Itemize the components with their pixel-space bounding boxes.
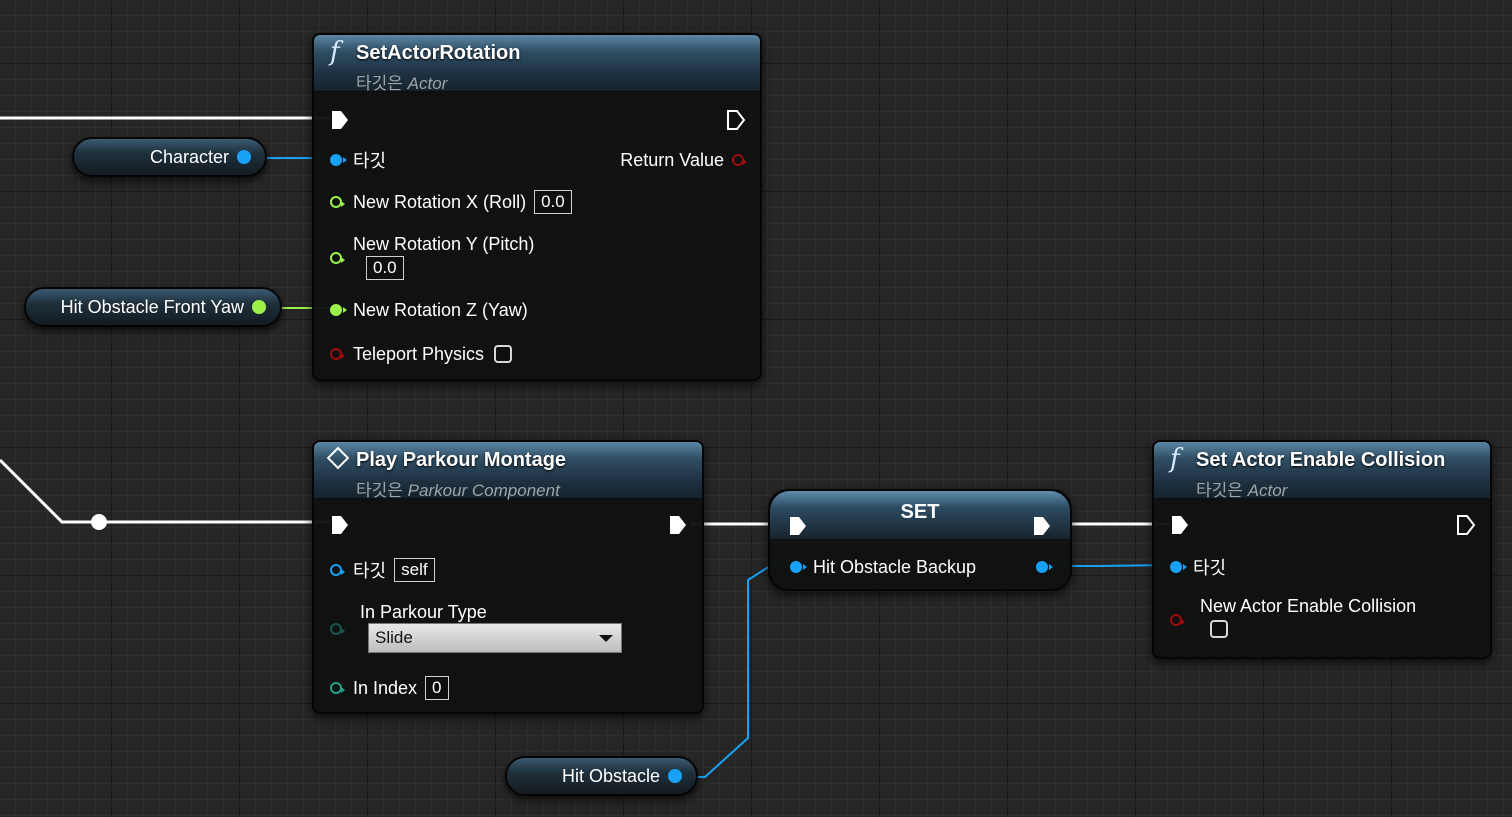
pin-row-type-label: In Parkour Type: [360, 600, 487, 624]
node-title: SET: [900, 501, 940, 523]
object-pin[interactable]: [330, 564, 345, 576]
function-icon: f: [330, 37, 340, 67]
roll-value-input[interactable]: 0.0: [534, 190, 572, 214]
object-pin[interactable]: [790, 561, 807, 573]
float-pin[interactable]: [330, 252, 345, 264]
bool-pin[interactable]: [330, 348, 345, 360]
pin-label-enable-collision: New Actor Enable Collision: [1200, 595, 1417, 616]
hit-obstacle-front-yaw-variable-node[interactable]: Hit Obstacle Front Yaw: [24, 287, 282, 327]
pin-row-type[interactable]: [330, 617, 353, 641]
index-value-input[interactable]: 0: [425, 676, 449, 700]
object-pin[interactable]: [330, 154, 347, 166]
pin-label-index: In Index: [353, 677, 418, 698]
pin-label-var: Hit Obstacle Backup: [813, 556, 977, 577]
pin-row-output[interactable]: [1036, 555, 1053, 579]
exec-in-pin[interactable]: [1170, 514, 1190, 536]
float-pin[interactable]: [330, 196, 345, 208]
node-title: Set Actor Enable Collision: [1196, 449, 1446, 471]
set-actor-rotation-node[interactable]: f SetActorRotation 타깃은 Actor 타깃 Return V…: [312, 33, 762, 381]
variable-label: Hit Obstacle: [561, 765, 660, 786]
pin-label-return-value: Return Value: [620, 149, 724, 170]
set-actor-enable-collision-node[interactable]: f Set Actor Enable Collision 타깃은 Actor 타…: [1152, 440, 1492, 659]
pin-row-hit-obstacle-backup[interactable]: Hit Obstacle Backup: [790, 555, 976, 579]
hit-obstacle-variable-node[interactable]: Hit Obstacle: [505, 756, 698, 796]
chevron-down-icon: [599, 635, 613, 642]
exec-in-pin[interactable]: [330, 514, 350, 536]
float-pin[interactable]: [330, 304, 347, 316]
exec-wire-in-bottom: [0, 458, 330, 524]
node-title: Play Parkour Montage: [356, 449, 567, 471]
pin-label-pitch: New Rotation Y (Pitch): [353, 233, 535, 254]
pin-label-target: 타깃: [353, 561, 387, 581]
pin-row-pitch-value[interactable]: 0.0: [358, 256, 404, 280]
float-output-pin[interactable]: [252, 300, 266, 314]
exec-out-pin[interactable]: [1456, 514, 1476, 536]
play-parkour-montage-node[interactable]: Play Parkour Montage 타깃은 Parkour Compone…: [312, 440, 704, 714]
pin-row-yaw[interactable]: New Rotation Z (Yaw): [330, 298, 528, 322]
pin-label-teleport: Teleport Physics: [353, 343, 485, 364]
pin-label-roll: New Rotation X (Roll): [353, 191, 527, 212]
object-pin[interactable]: [1170, 561, 1187, 573]
pin-row-target[interactable]: 타깃 self: [330, 558, 435, 582]
variable-label: Hit Obstacle Front Yaw: [60, 296, 244, 317]
target-self-value: self: [394, 558, 435, 582]
dropdown-value: Slide: [375, 628, 413, 647]
function-icon: f: [1170, 444, 1180, 474]
exec-in-pin[interactable]: [788, 515, 808, 537]
pin-label-target: 타깃: [353, 151, 387, 171]
reroute-knot: [91, 514, 107, 530]
pin-row-pitch-label: New Rotation Y (Pitch): [330, 232, 534, 256]
pin-label-parkour-type: In Parkour Type: [360, 601, 487, 622]
pin-label-yaw: New Rotation Z (Yaw): [353, 299, 528, 320]
node-title: SetActorRotation: [356, 42, 521, 64]
set-variable-node[interactable]: SET Hit Obstacle Backup: [768, 489, 1072, 591]
pin-row-enable-label: New Actor Enable Collision: [1200, 594, 1416, 618]
event-diamond-icon: [326, 446, 350, 470]
exec-out-pin[interactable]: [726, 109, 746, 131]
teleport-checkbox[interactable]: [494, 345, 513, 363]
parkour-type-dropdown[interactable]: Slide: [368, 623, 622, 653]
object-output-pin[interactable]: [237, 150, 251, 164]
pin-label-target: 타깃: [1193, 558, 1227, 578]
node-header[interactable]: f Set Actor Enable Collision 타깃은 Actor: [1154, 442, 1490, 500]
object-output-pin[interactable]: [668, 769, 682, 783]
byte-pin[interactable]: [330, 623, 345, 635]
bool-pin[interactable]: [732, 154, 747, 166]
pin-row-teleport[interactable]: Teleport Physics: [330, 342, 513, 366]
variable-label: Character: [149, 146, 229, 167]
pin-row-roll[interactable]: New Rotation X (Roll) 0.0: [330, 190, 572, 214]
node-subtitle: 타깃은 Actor: [1196, 481, 1288, 500]
exec-out-pin[interactable]: [1032, 515, 1052, 537]
node-header[interactable]: Play Parkour Montage 타깃은 Parkour Compone…: [314, 442, 702, 500]
node-header[interactable]: f SetActorRotation 타깃은 Actor: [314, 35, 760, 93]
enable-collision-checkbox[interactable]: [1210, 620, 1228, 638]
character-variable-node[interactable]: Character: [72, 137, 267, 177]
pin-row-target[interactable]: 타깃: [330, 148, 386, 172]
object-output-pin[interactable]: [1036, 561, 1053, 573]
pin-row-enable[interactable]: [1170, 608, 1193, 632]
int-pin[interactable]: [330, 682, 345, 694]
pin-row-target[interactable]: 타깃: [1170, 555, 1226, 579]
pin-row-index[interactable]: In Index 0: [330, 676, 449, 700]
pin-row-pitch[interactable]: [330, 246, 353, 270]
node-subtitle: 타깃은 Parkour Component: [356, 481, 560, 500]
exec-out-pin[interactable]: [668, 514, 688, 536]
bool-pin[interactable]: [1170, 614, 1185, 626]
node-subtitle: 타깃은 Actor: [356, 74, 448, 93]
exec-in-pin[interactable]: [330, 109, 350, 131]
pitch-value-input[interactable]: 0.0: [366, 256, 404, 280]
pin-row-return-value[interactable]: Return Value: [620, 148, 747, 172]
